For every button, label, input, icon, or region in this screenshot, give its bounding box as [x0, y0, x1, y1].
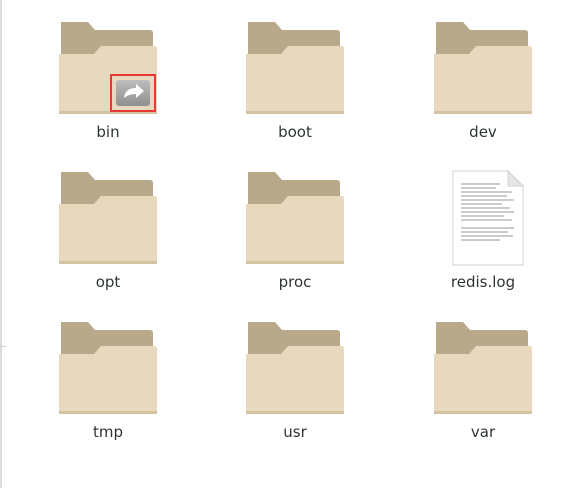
file-label: boot — [278, 123, 312, 141]
symlink-arrow-icon — [116, 80, 150, 106]
folder-icon — [433, 18, 533, 118]
file-label: usr — [283, 423, 307, 441]
folder-icon — [245, 168, 345, 268]
folder-item-boot[interactable]: boot — [225, 18, 365, 158]
file-label: dev — [469, 123, 497, 141]
folder-icon — [58, 168, 158, 268]
file-label: bin — [96, 123, 120, 141]
folder-item-usr[interactable]: usr — [225, 318, 365, 458]
folder-item-var[interactable]: var — [413, 318, 553, 458]
folder-item-proc[interactable]: proc — [225, 168, 365, 308]
folder-item-dev[interactable]: dev — [413, 18, 553, 158]
text-document-icon — [433, 168, 533, 268]
file-label: var — [470, 423, 496, 441]
file-label: redis.log — [450, 273, 516, 291]
folder-icon — [245, 18, 345, 118]
folder-item-bin[interactable]: bin — [38, 18, 178, 158]
file-grid: bin boot dev opt proc redis.log tmp usr … — [0, 0, 575, 488]
folder-item-tmp[interactable]: tmp — [38, 318, 178, 458]
folder-icon — [58, 18, 158, 118]
file-label: tmp — [92, 423, 123, 441]
symlink-emblem-highlight[interactable] — [110, 74, 156, 112]
file-label: proc — [278, 273, 312, 291]
file-label: opt — [95, 273, 121, 291]
file-manager-icon-view: bin boot dev opt proc redis.log tmp usr … — [0, 0, 575, 488]
folder-item-opt[interactable]: opt — [38, 168, 178, 308]
folder-icon — [245, 318, 345, 418]
file-item-redis-log[interactable]: redis.log — [413, 168, 553, 308]
folder-icon — [58, 318, 158, 418]
folder-icon — [433, 318, 533, 418]
